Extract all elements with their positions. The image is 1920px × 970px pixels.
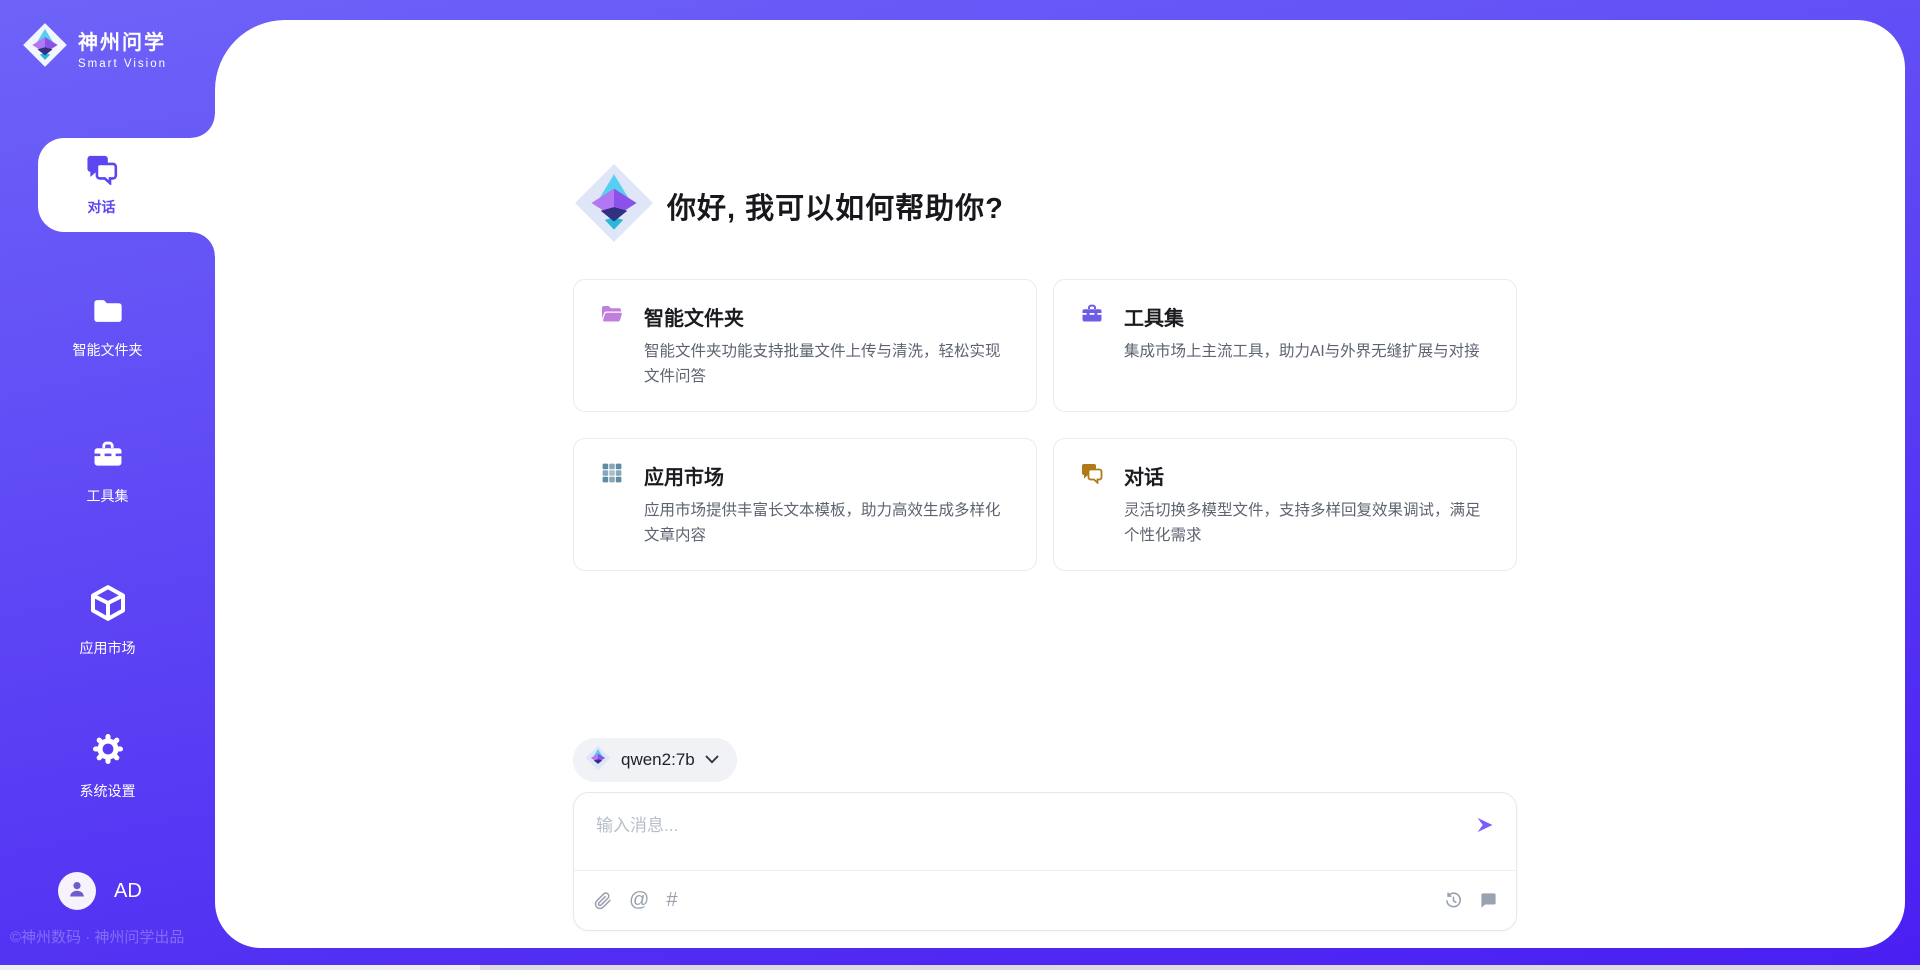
model-logo-diamond-icon <box>585 745 611 776</box>
avatar[interactable] <box>58 872 96 910</box>
main-panel: 你好, 我可以如何帮助你? 智能文件夹 智能文件夹功能支持批量文件上传与清洗，轻… <box>215 20 1905 948</box>
sidebar: 神州问学 Smart Vision 对话 智能文件夹 <box>0 0 215 970</box>
gear-icon <box>90 731 126 772</box>
card-description: 智能文件夹功能支持批量文件上传与清洗，轻松实现文件问答 <box>644 339 1010 389</box>
sidebar-item-app-market[interactable]: 应用市场 <box>0 582 215 658</box>
card-title: 工具集 <box>1124 302 1184 331</box>
card-description: 灵活切换多模型文件，支持多样回复效果调试，满足个性化需求 <box>1124 498 1490 548</box>
card-title: 应用市场 <box>644 461 724 490</box>
attach-button[interactable] <box>594 891 612 911</box>
sidebar-item-settings[interactable]: 系统设置 <box>0 731 215 801</box>
card-app-market[interactable]: 应用市场 应用市场提供丰富长文本模板，助力高效生成多样化文章内容 <box>573 438 1037 571</box>
scrollbar-thumb[interactable] <box>480 965 1920 970</box>
user-account[interactable]: AD <box>58 872 142 910</box>
chat-icon <box>1080 462 1104 489</box>
message-input[interactable] <box>596 811 1474 867</box>
history-icon <box>1444 898 1463 913</box>
card-chat[interactable]: 对话 灵活切换多模型文件，支持多样回复效果调试，满足个性化需求 <box>1053 438 1517 571</box>
sidebar-item-label: 智能文件夹 <box>73 340 143 360</box>
chat-bubble-button[interactable] <box>1479 891 1498 910</box>
user-name: AD <box>114 880 142 903</box>
brand-subtitle: Smart Vision <box>78 58 167 70</box>
send-button[interactable] <box>1474 815 1496 835</box>
greeting-title: 你好, 我可以如何帮助你? <box>667 185 1004 227</box>
sidebar-item-label: 应用市场 <box>80 638 136 658</box>
brand: 神州问学 Smart Vision <box>22 22 167 73</box>
sidebar-item-toolset[interactable]: 工具集 <box>0 438 215 506</box>
card-title: 智能文件夹 <box>644 302 744 331</box>
chat-bubble-icon <box>1479 898 1498 913</box>
hash-button[interactable]: # <box>666 889 677 912</box>
toolbox-icon <box>90 438 126 477</box>
app-grid-icon <box>600 461 624 490</box>
send-icon <box>1474 823 1496 838</box>
person-icon <box>65 877 89 906</box>
card-smart-folder[interactable]: 智能文件夹 智能文件夹功能支持批量文件上传与清洗，轻松实现文件问答 <box>573 279 1037 412</box>
history-button[interactable] <box>1444 891 1463 910</box>
sidebar-item-label: 对话 <box>88 197 116 217</box>
card-description: 应用市场提供丰富长文本模板，助力高效生成多样化文章内容 <box>644 498 1010 548</box>
cube-icon <box>88 582 128 629</box>
mention-button[interactable]: @ <box>629 889 649 912</box>
greeting: 你好, 我可以如何帮助你? <box>573 162 1517 249</box>
paperclip-icon <box>594 899 612 914</box>
chevron-down-icon <box>705 751 719 769</box>
app-logo-diamond-icon <box>573 162 655 249</box>
message-composer: @ # <box>573 792 1517 931</box>
brand-name: 神州问学 <box>78 26 167 55</box>
folder-icon <box>91 296 125 331</box>
horizontal-scrollbar[interactable] <box>0 965 1920 970</box>
chat-icon <box>84 153 120 190</box>
model-name: qwen2:7b <box>621 750 695 770</box>
feature-cards: 智能文件夹 智能文件夹功能支持批量文件上传与清洗，轻松实现文件问答 <box>573 279 1517 571</box>
sidebar-item-smart-folder[interactable]: 智能文件夹 <box>0 296 215 360</box>
brand-logo-diamond-icon <box>22 22 68 73</box>
copyright: ©神州数码 · 神州问学出品 <box>10 926 184 947</box>
folder-open-icon <box>600 303 624 330</box>
card-title: 对话 <box>1124 461 1164 490</box>
toolbox-icon <box>1080 302 1104 331</box>
sidebar-item-label: 工具集 <box>87 486 129 506</box>
model-selector[interactable]: qwen2:7b <box>573 738 737 782</box>
sidebar-item-label: 系统设置 <box>80 781 136 801</box>
card-description: 集成市场上主流工具，助力AI与外界无缝扩展与对接 <box>1124 339 1490 364</box>
card-toolset[interactable]: 工具集 集成市场上主流工具，助力AI与外界无缝扩展与对接 <box>1053 279 1517 412</box>
sidebar-item-chat[interactable]: 对话 <box>38 138 215 232</box>
